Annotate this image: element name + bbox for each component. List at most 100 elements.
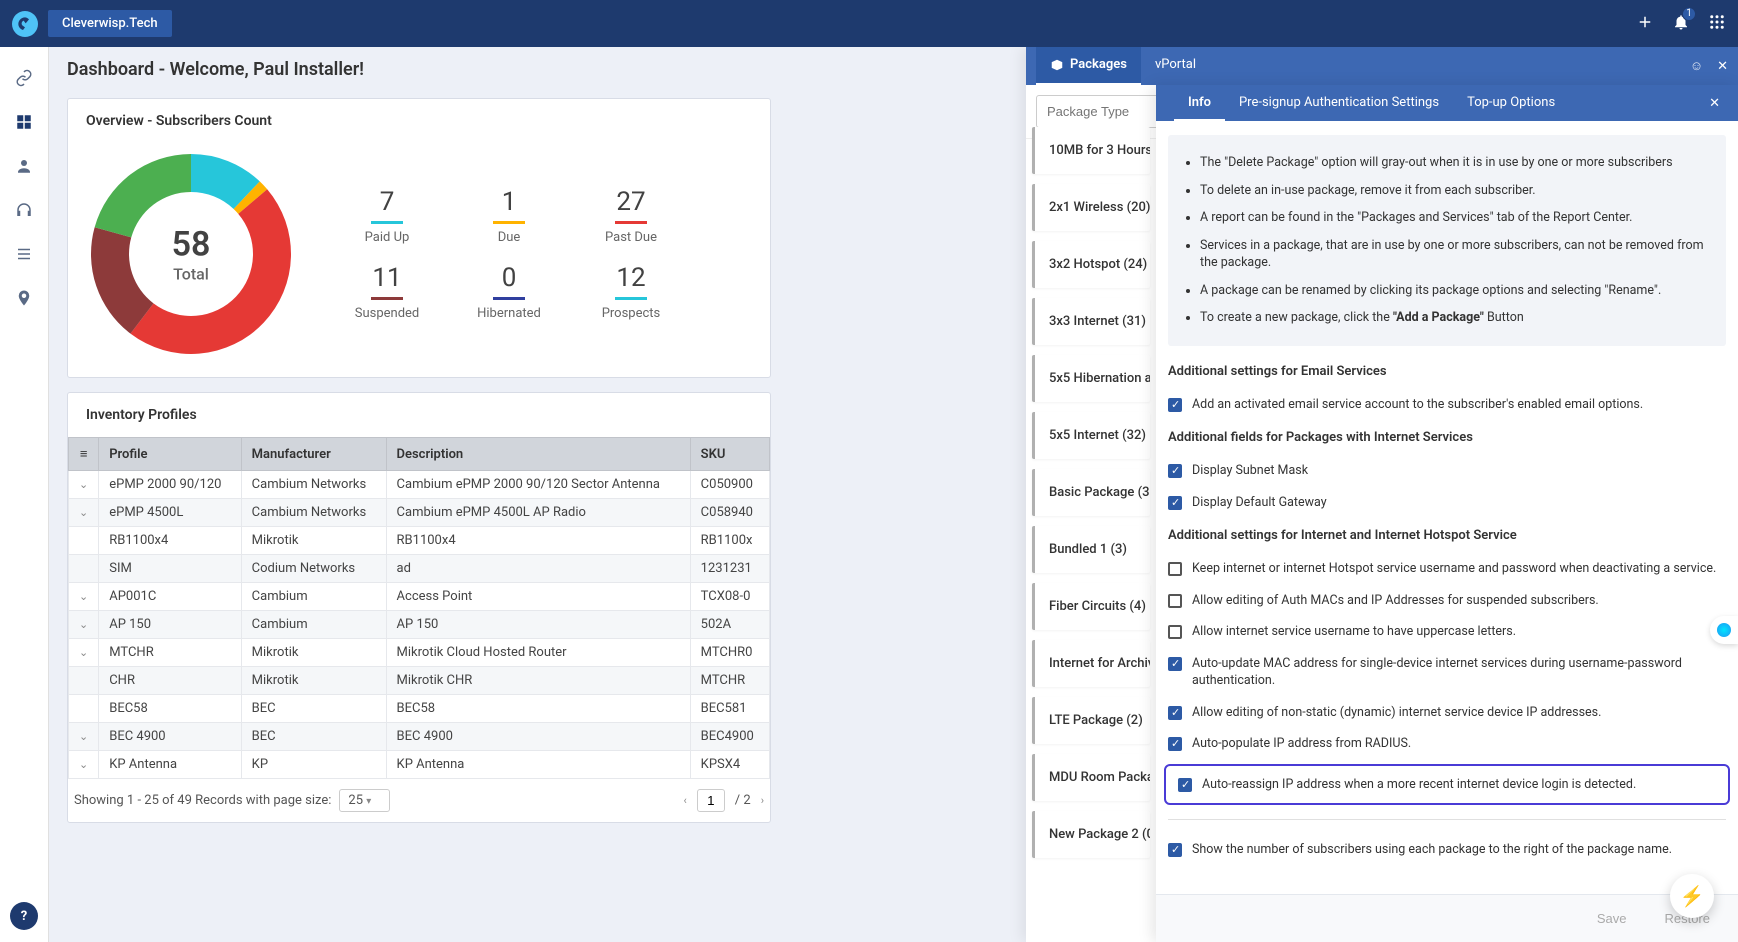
package-item[interactable]: 5x5 Internet (32) (1032, 412, 1150, 459)
chevron-down-icon[interactable]: ⌄ (79, 618, 88, 631)
subscribers-donut-chart: 58 Total (86, 149, 296, 359)
chk-edit-nonstatic[interactable] (1168, 706, 1182, 720)
tab-packages[interactable]: Packages (1036, 47, 1141, 85)
col-header[interactable]: SKU (690, 438, 769, 471)
save-button[interactable]: Save (1583, 905, 1641, 932)
info-bullet: The "Delete Package" option will gray-ou… (1200, 149, 1710, 177)
package-list: 10MB for 3 Hours In 2x1 Wireless (20) 3x2 … (1026, 127, 1156, 942)
chevron-down-icon[interactable]: ⌄ (79, 590, 88, 603)
package-item[interactable]: 2x1 Wireless (20) (1032, 184, 1150, 231)
info-bullet: To create a new package, click the "Add … (1200, 304, 1710, 332)
chevron-down-icon[interactable]: ⌄ (79, 758, 88, 771)
section-internet-svc-title: Additional settings for Internet and Int… (1168, 528, 1726, 543)
table-row[interactable]: ⌄BEC 4900BECBEC 4900BEC4900 (69, 723, 770, 751)
table-row[interactable]: BEC58BECBEC58BEC581 (69, 695, 770, 723)
chk-edit-auth[interactable] (1168, 594, 1182, 608)
chk-show-count[interactable] (1168, 843, 1182, 857)
chk-subnet[interactable] (1168, 464, 1182, 478)
table-row[interactable]: ⌄ePMP 4500LCambium NetworksCambium ePMP … (69, 499, 770, 527)
chk-email-activated[interactable] (1168, 398, 1182, 412)
col-header[interactable]: Manufacturer (241, 438, 386, 471)
table-row[interactable]: ⌄KP AntennaKPKP AntennaKPSX4 (69, 751, 770, 779)
inventory-card: Inventory Profiles ≡ProfileManufacturerD… (67, 392, 771, 823)
tab-vportal[interactable]: vPortal (1141, 47, 1210, 85)
chk-keep-creds[interactable] (1168, 562, 1182, 576)
chk-auto-mac[interactable] (1168, 657, 1182, 671)
notifications-icon[interactable]: 1 (1672, 13, 1690, 35)
table-row[interactable]: SIMCodium Networksad1231231 (69, 555, 770, 583)
notification-badge: 1 (1682, 7, 1696, 21)
page-size-select[interactable]: 25 ▾ (339, 789, 390, 812)
overview-title: Overview - Subscribers Count (68, 99, 770, 143)
app-logo[interactable] (12, 11, 38, 37)
close-settings-icon[interactable]: ✕ (1709, 96, 1720, 111)
info-bullet: Services in a package, that are in use b… (1200, 232, 1710, 277)
nav-rail (0, 47, 49, 942)
stat-item[interactable]: 11Suspended (332, 263, 442, 321)
stat-item[interactable]: 1Due (454, 187, 564, 245)
nav-link-icon[interactable] (13, 67, 35, 89)
package-item[interactable]: 3x2 Hotspot (24) (1032, 241, 1150, 288)
package-item[interactable]: 5x5 Hibernation as a (1032, 355, 1150, 402)
page-next-icon[interactable]: › (761, 794, 764, 807)
close-drawer-icon[interactable]: ✕ (1717, 59, 1728, 74)
info-bullet: To delete an in-use package, remove it f… (1200, 177, 1710, 205)
donut-slice-past-due (130, 189, 291, 354)
chevron-down-icon[interactable]: ⌄ (79, 478, 88, 491)
smile-icon[interactable]: ☺ (1690, 58, 1703, 74)
chk-gateway[interactable] (1168, 496, 1182, 510)
table-row[interactable]: ⌄AP 150CambiumAP 150502A (69, 611, 770, 639)
chat-widget-icon[interactable] (1710, 616, 1738, 644)
total-label: Total (172, 265, 211, 284)
stat-item[interactable]: 0Hibernated (454, 263, 564, 321)
package-item[interactable]: 10MB for 3 Hours In (1032, 127, 1150, 174)
nav-user-icon[interactable] (13, 155, 35, 177)
help-icon[interactable]: ? (10, 902, 38, 930)
col-header[interactable]: Description (386, 438, 690, 471)
package-item[interactable]: Bundled 1 (3) (1032, 526, 1150, 573)
top-bar: Cleverwisp.Tech 1 (0, 0, 1738, 47)
stats-grid: 7Paid Up1Due27Past Due 11Suspended0Hibern… (332, 187, 686, 321)
table-row[interactable]: ⌄AP001CCambiumAccess PointTCX08-0 (69, 583, 770, 611)
chevron-down-icon[interactable]: ⌄ (79, 646, 88, 659)
chk-auto-reassign[interactable] (1178, 778, 1192, 792)
package-item[interactable]: Basic Package (35) (1032, 469, 1150, 516)
section-email-title: Additional settings for Email Services (1168, 364, 1726, 379)
package-item[interactable]: LTE Package (2) (1032, 697, 1150, 744)
total-value: 58 (172, 225, 211, 265)
package-item[interactable]: MDU Room Package (1032, 754, 1150, 801)
apps-grid-icon[interactable] (1708, 13, 1726, 35)
menu-col-header[interactable]: ≡ (69, 438, 99, 471)
stat-item[interactable]: 12Prospects (576, 263, 686, 321)
nav-headset-icon[interactable] (13, 199, 35, 221)
table-row[interactable]: CHRMikrotikMikrotik CHRMTCHR (69, 667, 770, 695)
package-item[interactable]: 3x3 Internet (31) (1032, 298, 1150, 345)
nav-location-icon[interactable] (13, 287, 35, 309)
table-row[interactable]: ⌄ePMP 2000 90/120Cambium NetworksCambium… (69, 471, 770, 499)
overview-card: Overview - Subscribers Count 58 Total 7P… (67, 98, 771, 378)
chk-auto-populate[interactable] (1168, 737, 1182, 751)
table-row[interactable]: RB1100x4MikrotikRB1100x4RB1100x (69, 527, 770, 555)
add-icon[interactable] (1636, 13, 1654, 35)
chevron-down-icon[interactable]: ⌄ (79, 730, 88, 743)
info-bullet: A report can be found in the "Packages a… (1200, 204, 1710, 232)
stat-item[interactable]: 7Paid Up (332, 187, 442, 245)
table-row[interactable]: ⌄MTCHRMikrotikMikrotik Cloud Hosted Rout… (69, 639, 770, 667)
nav-dashboard-icon[interactable] (13, 111, 35, 133)
package-item[interactable]: Fiber Circuits (4) (1032, 583, 1150, 630)
chk-uppercase[interactable] (1168, 625, 1182, 639)
package-item[interactable]: Internet for Archived (1032, 640, 1150, 687)
bolt-fab-icon[interactable]: ⚡ (1670, 874, 1714, 918)
chevron-down-icon[interactable]: ⌄ (79, 506, 88, 519)
page-input[interactable] (697, 789, 725, 812)
tab-presignup[interactable]: Pre-signup Authentication Settings (1225, 85, 1453, 121)
col-header[interactable]: Profile (99, 438, 241, 471)
brand-chip[interactable]: Cleverwisp.Tech (48, 10, 172, 37)
tab-topup[interactable]: Top-up Options (1453, 85, 1569, 121)
pager-text: Showing 1 - 25 of 49 Records with page s… (74, 793, 331, 808)
tab-info[interactable]: Info (1174, 85, 1225, 121)
stat-item[interactable]: 27Past Due (576, 187, 686, 245)
nav-list-icon[interactable] (13, 243, 35, 265)
page-prev-icon[interactable]: ‹ (683, 794, 686, 807)
package-item[interactable]: New Package 2 (0) (1032, 811, 1150, 858)
